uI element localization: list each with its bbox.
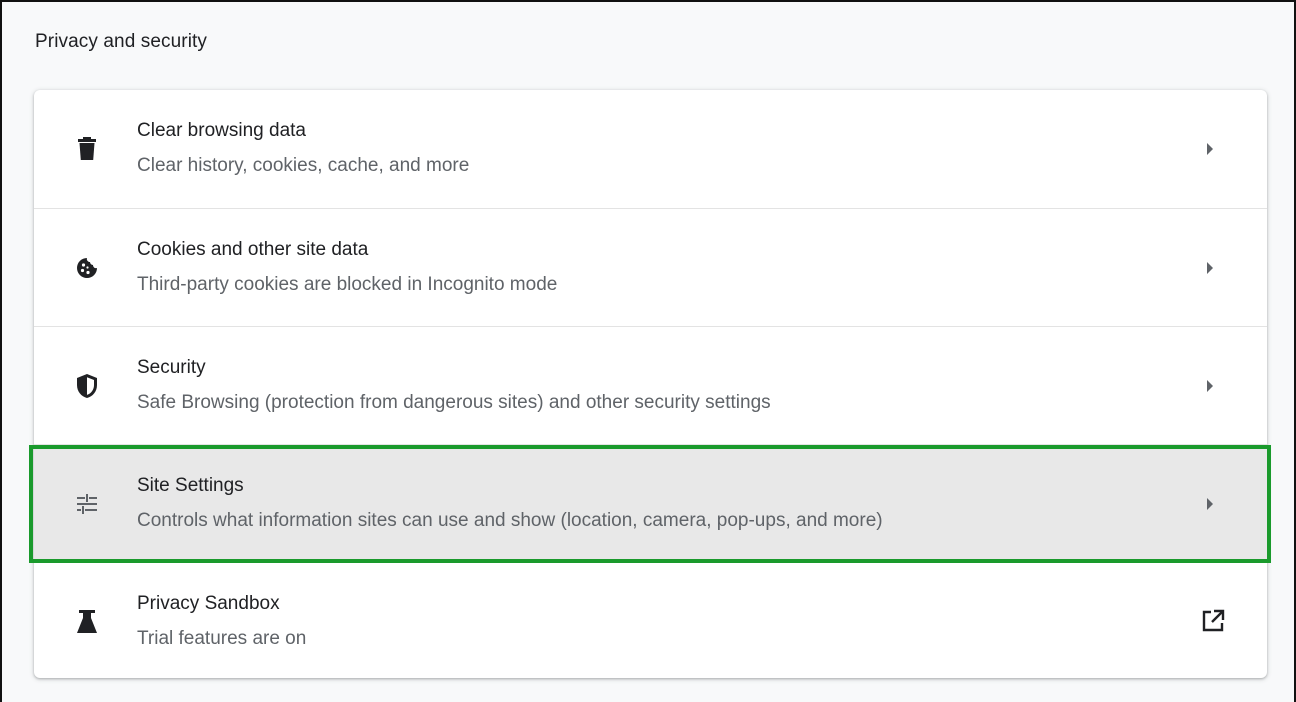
row-title: Security	[137, 357, 206, 378]
row-title: Cookies and other site data	[137, 239, 369, 260]
row-subtitle: Third-party cookies are blocked in Incog…	[137, 274, 558, 295]
site-settings-row[interactable]: Site Settings Controls what information …	[34, 444, 1267, 562]
chevron-right-icon	[1203, 259, 1217, 277]
row-subtitle: Trial features are on	[137, 628, 307, 649]
trash-icon	[72, 134, 102, 164]
row-title: Privacy Sandbox	[137, 593, 280, 614]
open-in-new-icon[interactable]	[1201, 609, 1225, 633]
settings-page: Privacy and security Clear browsing data…	[0, 0, 1296, 702]
shield-icon	[72, 371, 102, 401]
privacy-security-card: Clear browsing data Clear history, cooki…	[34, 90, 1267, 678]
row-subtitle: Clear history, cookies, cache, and more	[137, 155, 470, 176]
cookies-site-data-row[interactable]: Cookies and other site data Third-party …	[34, 208, 1267, 326]
chevron-right-icon	[1203, 377, 1217, 395]
tune-sliders-icon	[72, 489, 102, 519]
row-subtitle: Controls what information sites can use …	[137, 510, 883, 531]
cookie-icon	[72, 253, 102, 283]
row-title: Clear browsing data	[137, 120, 306, 141]
flask-icon	[72, 607, 102, 637]
security-row[interactable]: Security Safe Browsing (protection from …	[34, 326, 1267, 444]
row-subtitle: Safe Browsing (protection from dangerous…	[137, 392, 771, 413]
privacy-sandbox-row[interactable]: Privacy Sandbox Trial features are on	[34, 562, 1267, 678]
chevron-right-icon	[1203, 495, 1217, 513]
clear-browsing-data-row[interactable]: Clear browsing data Clear history, cooki…	[34, 90, 1267, 208]
row-title: Site Settings	[137, 475, 244, 496]
chevron-right-icon	[1203, 140, 1217, 158]
section-title: Privacy and security	[35, 31, 208, 52]
